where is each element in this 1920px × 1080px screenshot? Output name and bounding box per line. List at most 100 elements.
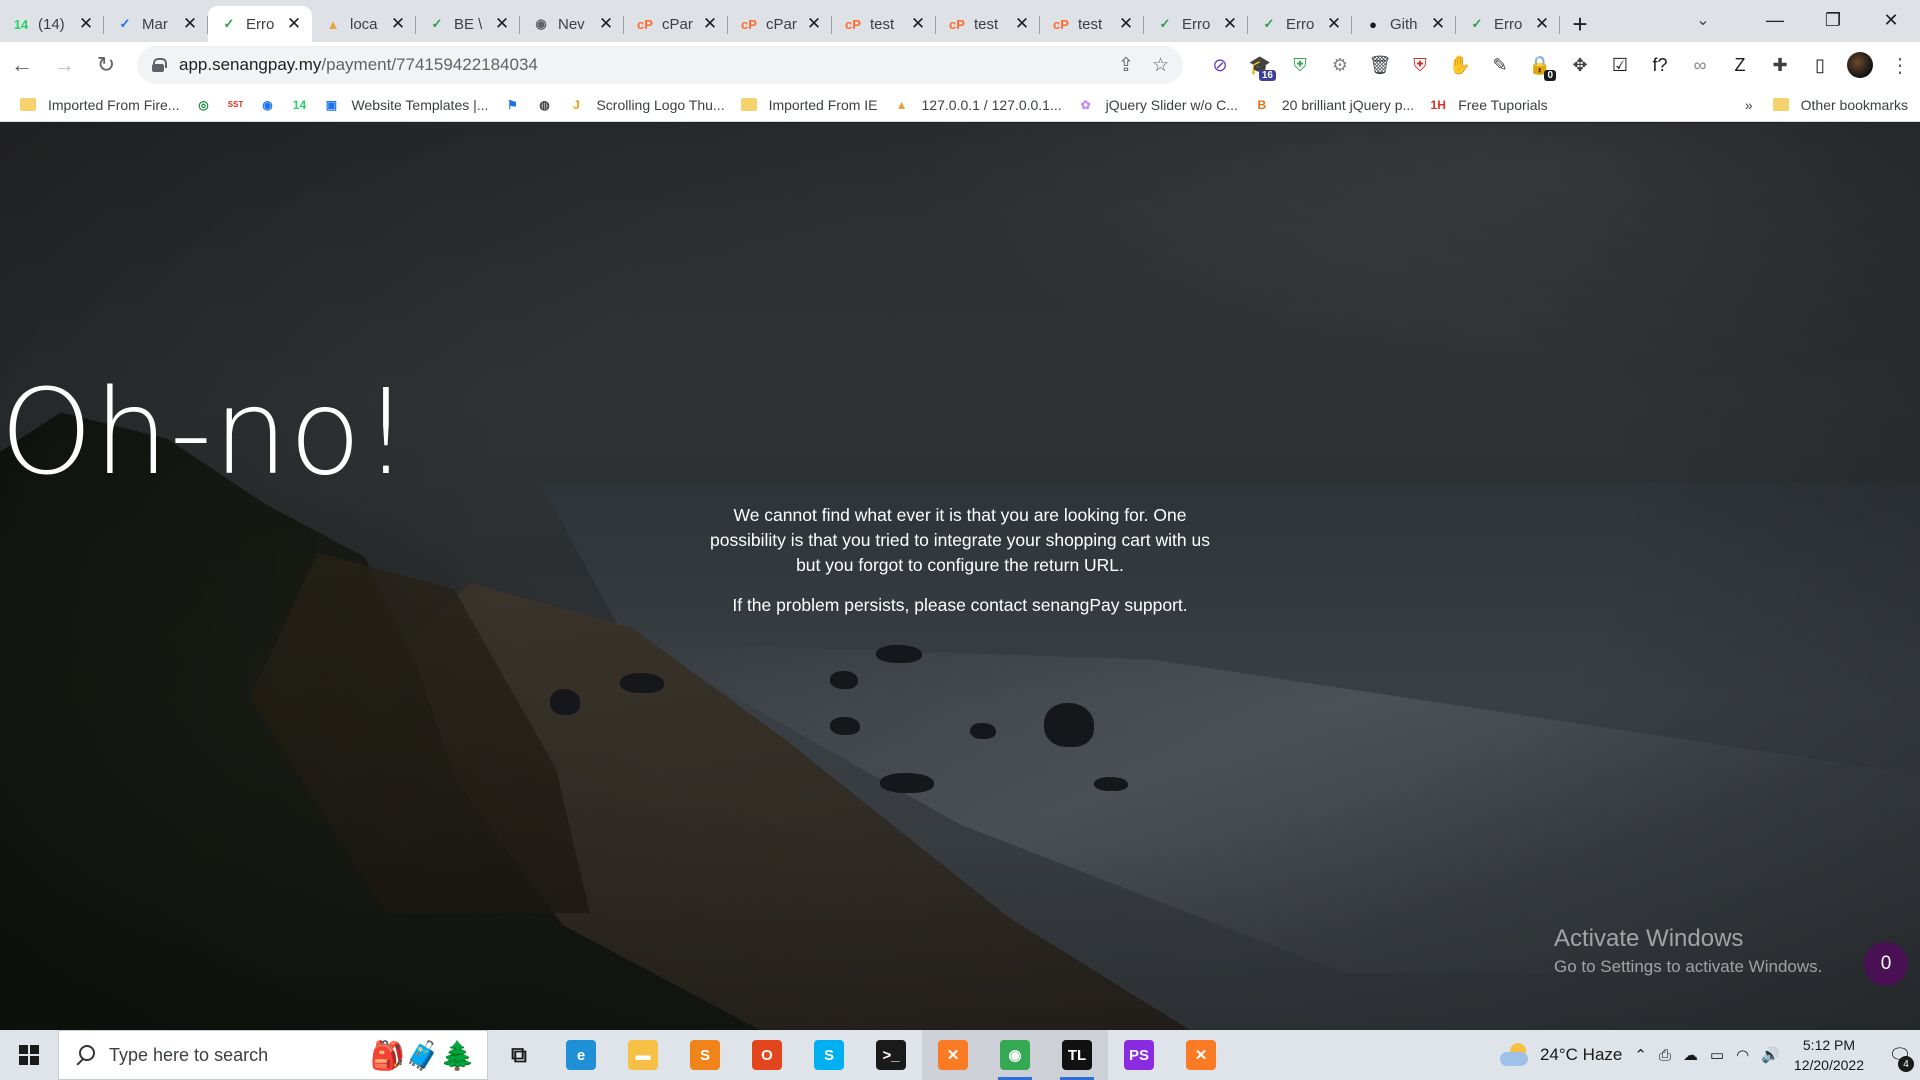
- browser-tab[interactable]: cP cPar ✕: [728, 6, 832, 42]
- notification-center-button[interactable]: 🗨 4: [1880, 1030, 1920, 1080]
- close-tab-icon[interactable]: ✕: [182, 14, 198, 34]
- bookmark-item[interactable]: ◉: [251, 91, 283, 119]
- close-tab-icon[interactable]: ✕: [1118, 14, 1134, 34]
- shield-check-icon[interactable]: ⛨: [1280, 45, 1320, 85]
- start-button[interactable]: [0, 1030, 58, 1080]
- browser-tab[interactable]: cP cPar ✕: [624, 6, 728, 42]
- close-window-button[interactable]: ✕: [1862, 0, 1920, 40]
- move-icon[interactable]: ✥: [1560, 45, 1600, 85]
- browser-tab[interactable]: ✓ Erro ✕: [1144, 6, 1248, 42]
- bookmark-item[interactable]: ◎: [187, 91, 219, 119]
- link-icon[interactable]: ∞: [1680, 45, 1720, 85]
- browser-tab[interactable]: ▲ loca ✕: [312, 6, 416, 42]
- taskbar-app-sublime-text[interactable]: S: [674, 1030, 736, 1080]
- star-icon[interactable]: ☆: [1152, 54, 1169, 77]
- browser-tab[interactable]: ✓ Erro ✕: [1456, 6, 1560, 42]
- close-tab-icon[interactable]: ✕: [1014, 14, 1030, 34]
- close-tab-icon[interactable]: ✕: [1222, 14, 1238, 34]
- bookmark-item[interactable]: ▲ 127.0.0.1 / 127.0.0.1...: [886, 91, 1070, 119]
- z-icon[interactable]: Z: [1720, 45, 1760, 85]
- sidepanel-icon[interactable]: ▯: [1800, 45, 1840, 85]
- bookmark-item[interactable]: ▣ Website Templates |...: [315, 91, 496, 119]
- browser-tab[interactable]: ● Gith ✕: [1352, 6, 1456, 42]
- taskbar-search-box[interactable]: Type here to search 🎒🧳🌲: [58, 1030, 488, 1080]
- taskbar-app-task-view[interactable]: ⧉: [488, 1030, 550, 1080]
- share-icon[interactable]: ⇪: [1118, 54, 1134, 77]
- eyedropper-icon[interactable]: ✎: [1480, 45, 1520, 85]
- volume-icon[interactable]: 🔊: [1761, 1046, 1780, 1064]
- close-tab-icon[interactable]: ✕: [1430, 14, 1446, 34]
- browser-tab[interactable]: ◉ Nev ✕: [520, 6, 624, 42]
- bookmarks-overflow-button[interactable]: »: [1733, 97, 1765, 113]
- browser-menu-button[interactable]: ⋮: [1880, 45, 1920, 85]
- bookmark-item[interactable]: Imported From IE: [733, 91, 886, 119]
- blocker-icon[interactable]: ⊘: [1200, 45, 1240, 85]
- bookmark-item[interactable]: B 20 brilliant jQuery p...: [1246, 91, 1422, 119]
- bookmark-item[interactable]: SST: [219, 91, 251, 119]
- close-tab-icon[interactable]: ✕: [1534, 14, 1550, 34]
- bookmark-item[interactable]: ⚑: [496, 91, 528, 119]
- taskbar-app-edge[interactable]: e: [550, 1030, 612, 1080]
- address-bar[interactable]: app.senangpay.my/payment/774159422184034…: [137, 46, 1183, 84]
- chat-widget-button[interactable]: 0: [1864, 942, 1908, 986]
- browser-tab[interactable]: ✓ Erro ✕: [208, 6, 312, 42]
- taskbar-app-xampp[interactable]: ✕: [1170, 1030, 1232, 1080]
- close-tab-icon[interactable]: ✕: [1326, 14, 1342, 34]
- browser-tab[interactable]: cP test ✕: [936, 6, 1040, 42]
- bookmark-item[interactable]: Imported From Fire...: [12, 91, 187, 119]
- bookmark-item[interactable]: ✿ jQuery Slider w/o C...: [1070, 91, 1246, 119]
- font-finder-icon[interactable]: f?: [1640, 45, 1680, 85]
- wifi-icon[interactable]: ◠: [1736, 1046, 1749, 1064]
- taskbar-app-chrome[interactable]: ◉: [984, 1030, 1046, 1080]
- browser-tab[interactable]: cP test ✕: [1040, 6, 1144, 42]
- close-tab-icon[interactable]: ✕: [78, 14, 94, 34]
- close-tab-icon[interactable]: ✕: [286, 14, 302, 34]
- new-tab-button[interactable]: +: [1560, 6, 1600, 42]
- other-bookmarks-folder[interactable]: Other bookmarks: [1765, 97, 1920, 113]
- clock[interactable]: 5:12 PM 12/20/2022: [1794, 1035, 1864, 1075]
- profile-avatar-button[interactable]: [1840, 45, 1880, 85]
- close-tab-icon[interactable]: ✕: [494, 14, 510, 34]
- taskbar-app-phpstorm[interactable]: PS: [1108, 1030, 1170, 1080]
- bookmark-item[interactable]: J Scrolling Logo Thu...: [560, 91, 732, 119]
- close-tab-icon[interactable]: ✕: [806, 14, 822, 34]
- meet-now-icon[interactable]: ⎙: [1659, 1047, 1671, 1064]
- tab-search-button[interactable]: ⌄: [1674, 0, 1732, 40]
- close-tab-icon[interactable]: ✕: [390, 14, 406, 34]
- restore-button[interactable]: ❐: [1804, 0, 1862, 40]
- back-button[interactable]: ←: [2, 45, 42, 85]
- lock-shield-icon[interactable]: ⛨: [1400, 45, 1440, 85]
- battery-icon[interactable]: ▭: [1710, 1046, 1724, 1064]
- stop-hand-icon[interactable]: ✋: [1440, 45, 1480, 85]
- minimize-button[interactable]: —: [1746, 0, 1804, 40]
- checkbox-icon[interactable]: ☑: [1600, 45, 1640, 85]
- bookmark-item[interactable]: 1H Free Tuporials: [1422, 91, 1555, 119]
- close-tab-icon[interactable]: ✕: [910, 14, 926, 34]
- browser-tab[interactable]: ✓ BE \ ✕: [416, 6, 520, 42]
- puzzle-icon[interactable]: ✚: [1760, 45, 1800, 85]
- chevron-up-icon[interactable]: ⌃: [1634, 1046, 1647, 1064]
- lock-badge-icon[interactable]: 🔒 0: [1520, 45, 1560, 85]
- taskbar-app-terminal[interactable]: >_: [860, 1030, 922, 1080]
- bookmark-item[interactable]: 14: [283, 91, 315, 119]
- close-tab-icon[interactable]: ✕: [598, 14, 614, 34]
- browser-tab[interactable]: 14 (14) ✕: [0, 6, 104, 42]
- browser-tab[interactable]: cP test ✕: [832, 6, 936, 42]
- onedrive-error-icon[interactable]: ☁: [1683, 1046, 1698, 1064]
- taskbar-app-skype[interactable]: S: [798, 1030, 860, 1080]
- close-tab-icon[interactable]: ✕: [702, 14, 718, 34]
- taskbar-app-xampp[interactable]: ✕: [922, 1030, 984, 1080]
- browser-tab[interactable]: ✓ Mar ✕: [104, 6, 208, 42]
- taskbar-app-trello-tl[interactable]: TL: [1046, 1030, 1108, 1080]
- forward-button[interactable]: →: [44, 45, 84, 85]
- trash-icon[interactable]: 🗑: [1360, 45, 1400, 85]
- lock-icon[interactable]: [151, 58, 167, 72]
- gear-icon[interactable]: ⚙: [1320, 45, 1360, 85]
- taskbar-app-office[interactable]: O: [736, 1030, 798, 1080]
- weather-widget[interactable]: 24°C Haze: [1499, 1043, 1622, 1067]
- taskbar-app-file-explorer[interactable]: ▬: [612, 1030, 674, 1080]
- graduation-cap-icon[interactable]: 🎓 16: [1240, 45, 1280, 85]
- reload-button[interactable]: ↻: [86, 45, 126, 85]
- browser-tab[interactable]: ✓ Erro ✕: [1248, 6, 1352, 42]
- bookmark-item[interactable]: ◍: [528, 91, 560, 119]
